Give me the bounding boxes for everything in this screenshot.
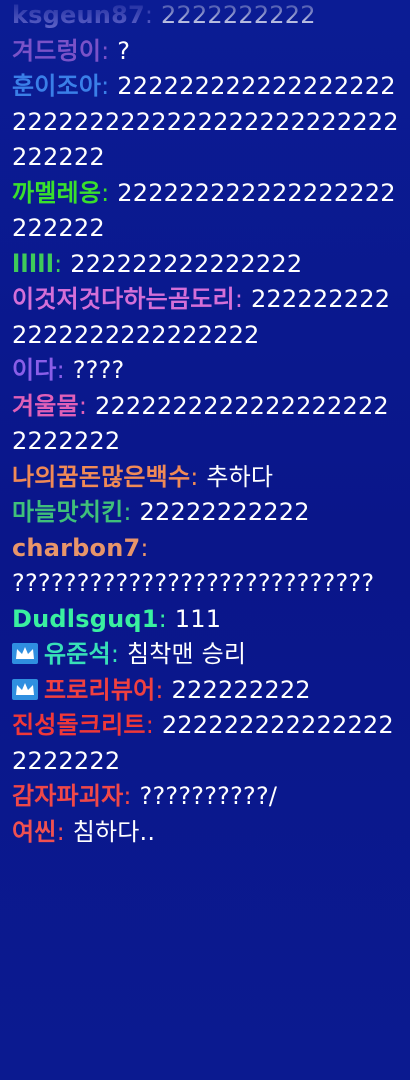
chat-message: 감자파괴자: ??????????/ bbox=[12, 779, 404, 815]
chat-text: 22222222222 bbox=[139, 498, 310, 526]
chat-message: Dudlsguq1: 111 bbox=[12, 602, 404, 638]
chat-message: 나의꿈돈많은백수: 추하다 bbox=[12, 460, 404, 496]
username-separator: : bbox=[78, 391, 95, 420]
chat-text: 침하다.. bbox=[72, 817, 156, 846]
chat-text: 222222222222222 bbox=[70, 249, 303, 278]
chat-log: ksgeun87: 2222222222 겨드렁이: ? 훈이조아: 2222222… bbox=[0, 0, 410, 1080]
username-separator: : bbox=[101, 72, 118, 100]
chat-text: 침착맨 승리 bbox=[126, 640, 247, 668]
chat-username[interactable]: lllll bbox=[12, 250, 54, 278]
chat-username[interactable]: 감자파괴자 bbox=[12, 782, 123, 810]
username-separator: : bbox=[54, 249, 71, 278]
username-separator: : bbox=[56, 356, 73, 384]
chat-message: 프로리뷰어: 222222222 bbox=[12, 673, 404, 709]
chat-username[interactable]: 프로리뷰어 bbox=[44, 676, 155, 704]
chat-message: lllll: 222222222222222 bbox=[12, 247, 404, 283]
chat-message: 이다: ???? bbox=[12, 353, 404, 389]
chat-username[interactable]: 겨울물 bbox=[12, 392, 79, 420]
chat-username[interactable]: 이것저것다하는곰도리 bbox=[12, 285, 235, 313]
chat-username[interactable]: 까멜레옹 bbox=[12, 179, 101, 207]
username-separator: : bbox=[140, 533, 149, 562]
chat-text: 추하다 bbox=[206, 462, 274, 491]
crown-icon bbox=[12, 643, 38, 664]
chat-message: 유준석: 침착맨 승리 bbox=[12, 637, 404, 673]
chat-text: ??????????/ bbox=[139, 782, 278, 810]
chat-username[interactable]: 나의꿈돈많은백수 bbox=[12, 463, 190, 491]
username-separator: : bbox=[56, 817, 73, 846]
username-separator: : bbox=[190, 462, 207, 491]
chat-text: ? bbox=[117, 36, 131, 65]
chat-username[interactable]: 마늘맛치킨 bbox=[12, 498, 123, 526]
chat-username[interactable]: ksgeun87 bbox=[12, 1, 145, 29]
chat-username[interactable]: 겨드렁이 bbox=[12, 37, 101, 65]
chat-username[interactable]: 여씬 bbox=[12, 818, 57, 846]
username-separator: : bbox=[158, 604, 175, 633]
chat-message: 여씬: 침하다.. bbox=[12, 815, 404, 851]
chat-username[interactable]: 유준석 bbox=[44, 640, 111, 668]
username-separator: : bbox=[234, 285, 251, 313]
chat-message: 훈이조아: 2222222222222222222222222222222222… bbox=[12, 69, 404, 176]
chat-text: ???????????????????????????? bbox=[12, 569, 375, 597]
username-separator: : bbox=[101, 178, 118, 207]
chat-text: 2222222222 bbox=[161, 1, 316, 29]
chat-username[interactable]: charbon7 bbox=[12, 534, 140, 562]
username-separator: : bbox=[144, 1, 161, 29]
username-separator: : bbox=[123, 498, 140, 526]
chat-message: 겨드렁이: ? bbox=[12, 34, 404, 70]
chat-username[interactable]: 진성돌크리트 bbox=[12, 711, 146, 739]
chat-message: 겨울물: 22222222222222222222222222 bbox=[12, 389, 404, 460]
chat-text: 222222222 bbox=[171, 675, 311, 704]
chat-message: 까멜레옹: 222222222222222222222222 bbox=[12, 176, 404, 247]
chat-text: ???? bbox=[72, 356, 125, 384]
chat-message: 마늘맛치킨: 22222222222 bbox=[12, 495, 404, 531]
username-separator: : bbox=[145, 711, 162, 739]
chat-message: charbon7: ???????????????????????????? bbox=[12, 531, 404, 602]
chat-username[interactable]: 훈이조아 bbox=[12, 72, 101, 100]
chat-message: ksgeun87: 2222222222 bbox=[12, 0, 404, 34]
chat-text: 111 bbox=[174, 604, 222, 633]
message-list: ksgeun87: 2222222222 겨드렁이: ? 훈이조아: 2222222… bbox=[12, 0, 404, 850]
username-separator: : bbox=[101, 36, 118, 65]
chat-username[interactable]: 이다 bbox=[12, 356, 57, 384]
chat-message: 진성돌크리트: 2222222222222222222222 bbox=[12, 708, 404, 779]
username-separator: : bbox=[155, 675, 172, 704]
crown-icon bbox=[12, 678, 38, 700]
chat-username[interactable]: Dudlsguq1 bbox=[12, 605, 159, 633]
chat-message: 이것저것다하는곰도리: 2222222222222222222222222 bbox=[12, 282, 404, 353]
username-separator: : bbox=[110, 640, 127, 668]
username-separator: : bbox=[123, 782, 140, 810]
